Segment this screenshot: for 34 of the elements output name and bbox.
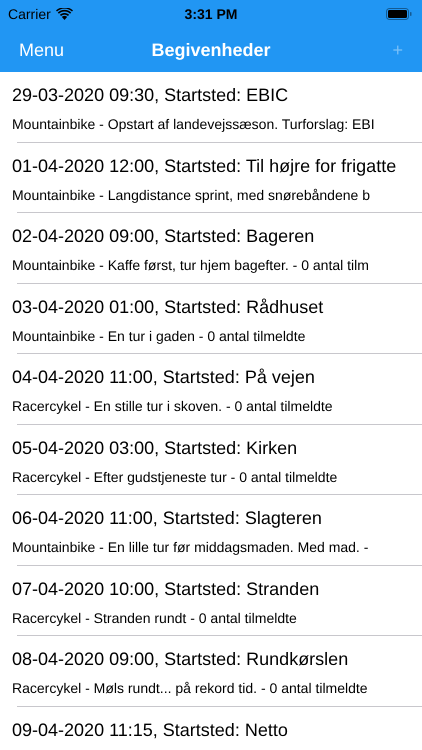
- event-row[interactable]: 05-04-2020 03:00, Startsted: Kirken Racercykel - Efter gudstjeneste tur - 0 antal tilmeldte: [0, 424, 422, 495]
- event-row[interactable]: 03-04-2020 01:00, Startsted: Rådhuset Mountainbike - En tur i gaden - 0 antal tilmeldte: [0, 284, 422, 354]
- event-row[interactable]: 06-04-2020 11:00, Startsted: Slagteren Mountainbike - En lille tur før middagsmaden. Med mad. -: [0, 495, 422, 566]
- event-row[interactable]: 08-04-2020 09:00, Startsted: Rundkørslen Racercykel - Møls rundt... på rekord tid. - 0 antal tilmeldte: [0, 636, 422, 706]
- battery-icon: [386, 8, 412, 20]
- event-subtitle: Mountainbike - Langdistance sprint, med snørebåndene b: [12, 186, 370, 204]
- event-row[interactable]: 04-04-2020 11:00, Startsted: På vejen Racercykel - En stille tur i skoven. - 0 antal tilmeldte: [0, 354, 422, 424]
- event-subtitle: Mountainbike - Kaffe først, tur hjem bagefter. - 0 antal tilm: [12, 256, 369, 274]
- event-subtitle: Racercykel - Møls rundt... på rekord tid. - 0 antal tilmeldte: [12, 679, 368, 697]
- event-title: 02-04-2020 09:00, Startsted: Bageren: [12, 225, 314, 248]
- event-title: 05-04-2020 03:00, Startsted: Kirken: [12, 436, 298, 460]
- event-title: 07-04-2020 10:00, Startsted: Stranden: [12, 578, 320, 600]
- event-title: 03-04-2020 01:00, Startsted: Rådhuset: [12, 296, 324, 318]
- event-row[interactable]: 01-04-2020 12:00, Startsted: Til højre for frigatte Mountainbike - Langdistance sprint, med snørebåndene b: [0, 142, 422, 213]
- event-subtitle: Mountainbike - Opstart af landevejssæson. Turforslag: EBI: [12, 115, 375, 133]
- event-title: 29-03-2020 09:30, Startsted: EBIC: [12, 84, 288, 107]
- event-row[interactable]: 09-04-2020 11:15, Startsted: Netto: [0, 706, 422, 750]
- event-subtitle: Mountainbike - En tur i gaden - 0 antal tilmeldte: [12, 326, 306, 344]
- event-subtitle: Mountainbike - En lille tur før middagsmaden. Med mad. -: [12, 538, 368, 556]
- event-title: 06-04-2020 11:00, Startsted: Slagteren: [12, 507, 322, 530]
- wifi-icon: [56, 8, 73, 20]
- event-subtitle: Racercykel - Stranden rundt - 0 antal tilmeldte: [12, 608, 297, 626]
- event-title: 08-04-2020 09:00, Startsted: Rundkørslen: [12, 648, 348, 671]
- event-row[interactable]: 07-04-2020 10:00, Startsted: Stranden Racercykel - Stranden rundt - 0 antal tilmeldte: [0, 566, 422, 636]
- event-row[interactable]: 29-03-2020 09:30, Startsted: EBIC Mountainbike - Opstart af landevejssæson. Turforslag: EBI: [0, 72, 422, 142]
- nav-title: Begivenheder: [151, 38, 271, 62]
- event-title: 04-04-2020 11:00, Startsted: På vejen: [12, 366, 315, 389]
- status-time: 3:31 PM: [184, 4, 238, 24]
- event-subtitle: Racercykel - Efter gudstjeneste tur - 0 antal tilmeldte: [12, 468, 338, 486]
- event-title: 09-04-2020 11:15, Startsted: Netto: [12, 718, 288, 742]
- event-title: 01-04-2020 12:00, Startsted: Til højre for frigatte: [12, 154, 396, 178]
- event-subtitle: Racercykel - En stille tur i skoven. - 0 antal tilmeldte: [12, 397, 333, 415]
- event-row[interactable]: 02-04-2020 09:00, Startsted: Bageren Mountainbike - Kaffe først, tur hjem bagefter. - 0 antal tilm: [0, 213, 422, 284]
- carrier-label: Carrier: [8, 4, 51, 24]
